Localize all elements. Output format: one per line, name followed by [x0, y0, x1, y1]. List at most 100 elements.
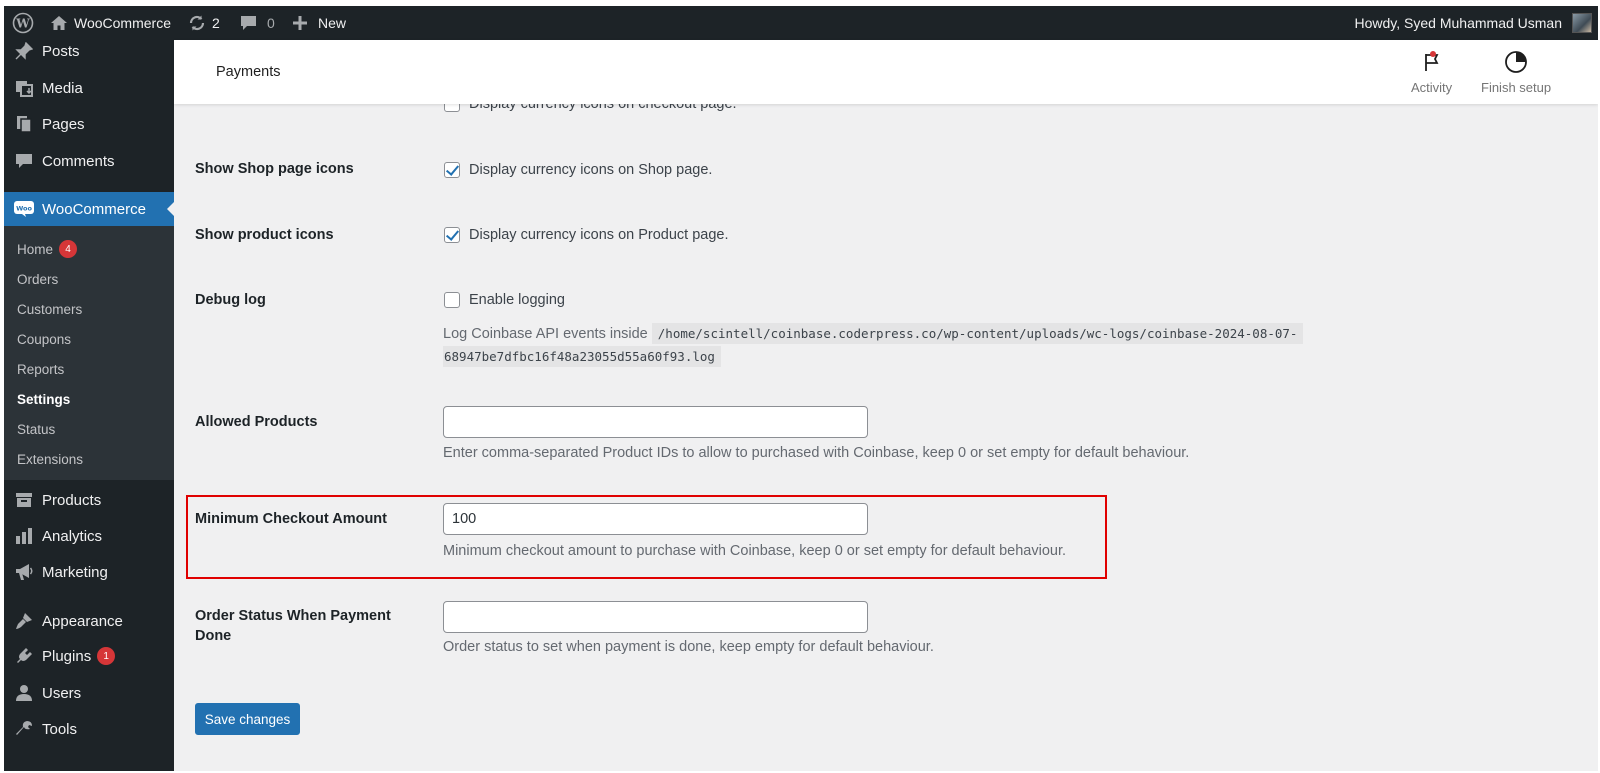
- shop-icons-checkbox[interactable]: [444, 162, 460, 178]
- menu-label: WooCommerce: [42, 200, 146, 218]
- activity-button[interactable]: Activity: [1411, 50, 1452, 95]
- brush-icon: [14, 611, 34, 631]
- pages-icon: [14, 114, 34, 134]
- log-path-line1: /home/scintell/coinbase.coderpress.co/wp…: [651, 323, 1304, 344]
- comments-link[interactable]: 0: [240, 6, 275, 40]
- megaphone-icon: [14, 562, 34, 582]
- submenu-status[interactable]: Status: [17, 419, 55, 439]
- howdy-text: Howdy, Syed Muhammad Usman: [1354, 15, 1562, 31]
- new-label: New: [318, 15, 347, 31]
- menu-label: Plugins 1: [42, 647, 116, 665]
- comment-icon: [241, 16, 256, 30]
- debug-log-desc-text: Log Coinbase API events inside: [443, 326, 648, 342]
- submenu-label: Settings: [17, 391, 71, 407]
- menu-label: Appearance: [42, 612, 123, 630]
- order-status-label-line2: Done: [195, 628, 232, 644]
- activity-label: Activity: [1411, 80, 1453, 95]
- submenu-customers[interactable]: Customers: [17, 299, 82, 319]
- menu-label: Analytics: [42, 527, 103, 545]
- plugin-icon: [14, 646, 34, 666]
- media-icon: [14, 78, 34, 98]
- menu-tools[interactable]: Tools: [4, 712, 174, 746]
- svg-text:W: W: [15, 17, 30, 31]
- notification-badge: 4: [59, 240, 78, 258]
- product-icons-checkbox[interactable]: [444, 227, 460, 243]
- flag-icon: [1424, 51, 1439, 71]
- order-status-label-line1: Order Status When Payment: [195, 608, 391, 624]
- product-icons-label: Show product icons: [195, 227, 334, 243]
- submenu-settings[interactable]: Settings: [17, 389, 70, 409]
- submenu-label: Reports: [17, 361, 65, 377]
- order-status-label: Order Status When Payment Done: [195, 606, 391, 646]
- menu-label: Comments: [42, 152, 115, 170]
- products-icon: [14, 490, 34, 510]
- wrench-icon: [14, 719, 34, 739]
- woocommerce-icon: Woo: [14, 199, 34, 219]
- submenu-label: Status: [17, 421, 56, 437]
- menu-products[interactable]: Products: [4, 483, 174, 517]
- updates-link[interactable]: 2: [188, 6, 220, 40]
- submenu-home[interactable]: Home 4: [17, 239, 78, 259]
- menu-woocommerce[interactable]: Woo WooCommerce: [4, 192, 174, 226]
- debug-log-description: Log Coinbase API events inside /home/sci…: [443, 323, 1343, 344]
- menu-users[interactable]: Users: [4, 676, 174, 710]
- updates-count: 2: [212, 15, 220, 31]
- user-icon: [14, 683, 34, 703]
- menu-plugins[interactable]: Plugins 1: [4, 639, 174, 673]
- allowed-products-description: Enter comma-separated Product IDs to all…: [443, 445, 1190, 461]
- submenu-label: Orders: [17, 271, 59, 287]
- current-menu-arrow: [167, 201, 174, 217]
- submenu-coupons[interactable]: Coupons: [17, 329, 71, 349]
- finish-setup-label: Finish setup: [1481, 80, 1552, 95]
- order-status-input[interactable]: [443, 601, 868, 633]
- menu-comments[interactable]: Comments: [4, 144, 174, 178]
- menu-appearance[interactable]: Appearance: [4, 604, 174, 638]
- woocommerce-submenu: Home 4 Orders Customers Coupons Reports …: [4, 226, 174, 480]
- submenu-orders[interactable]: Orders: [17, 269, 58, 289]
- plugins-label: Plugins: [42, 647, 92, 665]
- menu-label: Users: [42, 684, 82, 702]
- finish-setup-button[interactable]: Finish setup: [1481, 50, 1551, 95]
- menu-marketing[interactable]: Marketing: [4, 555, 174, 589]
- allowed-products-label: Allowed Products: [195, 414, 318, 430]
- menu-label: Products: [42, 491, 102, 509]
- menu-label: Marketing: [42, 563, 108, 581]
- page-title: Payments: [216, 64, 281, 80]
- admin-bar: W WooCommerce 2 0 New Howdy, Syed Muhamm…: [4, 6, 1598, 40]
- submenu-label: Home: [17, 241, 54, 257]
- site-name: WooCommerce: [74, 15, 171, 31]
- menu-posts[interactable]: Posts: [4, 40, 174, 68]
- submenu-label: Customers: [17, 301, 83, 317]
- plus-icon: [293, 16, 307, 30]
- menu-label: Posts: [42, 42, 80, 60]
- progress-circle-icon: [1505, 51, 1527, 73]
- save-changes-button[interactable]: Save changes: [195, 703, 300, 735]
- new-content-link[interactable]: New: [292, 6, 346, 40]
- submenu-extensions[interactable]: Extensions: [17, 449, 83, 469]
- comments-count: 0: [267, 15, 275, 31]
- enable-logging-label: Enable logging: [469, 292, 565, 308]
- minimum-checkout-input[interactable]: 100: [443, 503, 868, 535]
- notification-badge: 1: [97, 647, 116, 665]
- menu-media[interactable]: Media: [4, 71, 174, 105]
- enable-logging-checkbox[interactable]: [444, 292, 460, 308]
- admin-window: W WooCommerce 2 0 New Howdy, Syed Muhamm…: [4, 6, 1598, 771]
- shop-icons-checkbox-label: Display currency icons on Shop page.: [469, 162, 713, 178]
- menu-analytics[interactable]: Analytics: [4, 519, 174, 553]
- comments-icon: [14, 151, 34, 171]
- home-icon: [51, 16, 67, 30]
- product-icons-checkbox-label: Display currency icons on Product page.: [469, 227, 729, 243]
- analytics-icon: [14, 526, 34, 546]
- menu-pages[interactable]: Pages: [4, 107, 174, 141]
- submenu-label: Extensions: [17, 451, 84, 467]
- allowed-products-input[interactable]: [443, 406, 868, 438]
- submenu-label: Coupons: [17, 331, 72, 347]
- submenu-reports[interactable]: Reports: [17, 359, 64, 379]
- svg-text:Woo: Woo: [16, 205, 32, 213]
- wordpress-logo-icon[interactable]: W: [12, 6, 34, 40]
- shop-icons-label: Show Shop page icons: [195, 161, 354, 177]
- log-path-continued: 68947be7dfbc16f48a23055d55a60f93.log: [443, 346, 721, 367]
- site-name-link[interactable]: WooCommerce: [50, 6, 171, 40]
- menu-label: Pages: [42, 115, 85, 133]
- my-account-link[interactable]: Howdy, Syed Muhammad Usman: [1355, 6, 1592, 40]
